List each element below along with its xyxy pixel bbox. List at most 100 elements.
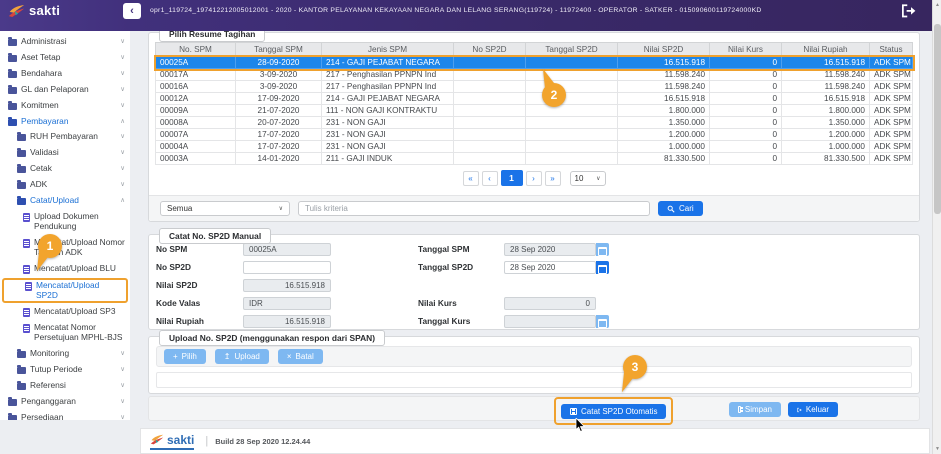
input-nilai-kurs — [504, 297, 596, 310]
sidebar-item-monitoring[interactable]: Monitoring∨ — [0, 346, 130, 362]
table-row-00004A[interactable]: 00004A17-07-2020231 - NON GAJI1.000.0000… — [156, 141, 913, 153]
cell-tanggal-spm: 28-09-2020 — [236, 57, 322, 69]
cell-tanggal-spm: 17-07-2020 — [236, 141, 322, 153]
sidebar-item-label: Mencatat Nomor Persetujuan MPHL-BJS — [34, 323, 125, 343]
input-tanggal-sp2d[interactable] — [504, 261, 596, 274]
session-info: opr1_119724_197412212005012001 - 2020 - … — [150, 0, 762, 22]
table-row-00012A[interactable]: 00012A17-09-2020214 - GAJI PEJABAT NEGAR… — [156, 93, 913, 105]
cell-status: ADK SPM — [870, 69, 913, 81]
scroll-up-icon[interactable]: ▲ — [933, 0, 941, 10]
sidebar-item-aset-tetap[interactable]: Aset Tetap∨ — [0, 50, 130, 66]
input-no-sp2d[interactable] — [243, 261, 331, 274]
calendar-icon — [596, 315, 609, 328]
page-prev-button[interactable]: ‹ — [482, 171, 498, 186]
sidebar-item-adk[interactable]: ADK∨ — [0, 177, 130, 193]
sidebar-item-cetak[interactable]: Cetak∨ — [0, 161, 130, 177]
pilih-button[interactable]: + Pilih — [164, 349, 206, 364]
sidebar-item-ruh-pembayaran[interactable]: RUH Pembayaran∨ — [0, 129, 130, 145]
sidebar-item-mencatat-upload-blu[interactable]: Mencatat/Upload BLU — [0, 261, 130, 277]
cell-nilai-kurs: 0 — [710, 93, 782, 105]
cell-jenis-spm: 217 - Penghasilan PPNPN Ind — [322, 81, 454, 93]
cell-no-spm: 00008A — [156, 117, 236, 129]
cell-tanggal-spm: 17-07-2020 — [236, 129, 322, 141]
sidebar-item-upload-dokumen-pendukung[interactable]: Upload Dokumen Pendukung — [0, 209, 130, 235]
page-size-select[interactable]: 10 ∨ — [570, 171, 606, 186]
chevron-up-icon: ∧ — [120, 197, 125, 205]
cell-status: ADK SPM — [870, 57, 913, 69]
upload-arrow-icon: ↥ — [224, 352, 231, 361]
chevron-down-icon: ∨ — [120, 350, 125, 358]
cell-jenis-spm: 231 - NON GAJI — [322, 141, 454, 153]
document-icon — [23, 213, 30, 222]
page-current[interactable]: 1 — [501, 170, 523, 186]
sidebar-menu: Administrasi∨Aset Tetap∨Bendahara∨GL dan… — [0, 34, 130, 420]
cell-nilai-rupiah: 11.598.240 — [782, 81, 870, 93]
label-tanggal-sp2d: Tanggal SP2D — [418, 261, 473, 274]
cari-button[interactable]: Cari — [658, 201, 703, 216]
upload-file-list — [156, 372, 912, 388]
document-icon — [23, 308, 30, 317]
sidebar-item-penganggaran[interactable]: Penganggaran∨ — [0, 394, 130, 410]
sidebar-item-label: Administrasi — [21, 37, 116, 47]
sidebar-item-mencatat-upload-sp3[interactable]: Mencatat/Upload SP3 — [0, 304, 130, 320]
cell-tanggal-sp2d — [526, 57, 618, 69]
cell-no-sp2d — [454, 105, 526, 117]
cell-nilai-rupiah: 16.515.918 — [782, 93, 870, 105]
cell-nilai-rupiah: 16.515.918 — [782, 57, 870, 69]
back-button[interactable]: ‹ — [123, 3, 141, 19]
upload-button[interactable]: ↥ Upload — [215, 349, 269, 364]
cell-tanggal-spm: 17-09-2020 — [236, 93, 322, 105]
cell-jenis-spm: 214 - GAJI PEJABAT NEGARA — [322, 93, 454, 105]
table-row-00008A[interactable]: 00008A20-07-2020231 - NON GAJI1.350.0000… — [156, 117, 913, 129]
sidebar-item-mencatat-nomor-persetujuan-mphl-bjs[interactable]: Mencatat Nomor Persetujuan MPHL-BJS — [0, 320, 130, 346]
sidebar-item-tutup-periode[interactable]: Tutup Periode∨ — [0, 362, 130, 378]
page-next-button[interactable]: › — [526, 171, 542, 186]
label-kode-valas: Kode Valas — [156, 297, 200, 310]
table-row-00016A[interactable]: 00016A3-09-2020217 - Penghasilan PPNPN I… — [156, 81, 913, 93]
page-first-button[interactable]: « — [463, 171, 479, 186]
chevron-down-icon: ∨ — [120, 382, 125, 390]
chevron-down-icon: ∨ — [120, 398, 125, 406]
criteria-input[interactable] — [298, 201, 650, 216]
sidebar-item-mencatat-upload-sp2d[interactable]: Mencatat/Upload SP2D 1 — [2, 278, 128, 304]
sidebar-item-administrasi[interactable]: Administrasi∨ — [0, 34, 130, 50]
sakti-logo: sakti — [8, 3, 60, 18]
table-row-00007A[interactable]: 00007A17-07-2020231 - NON GAJI1.200.0000… — [156, 129, 913, 141]
table-row-00017A[interactable]: 00017A3-09-2020217 - Penghasilan PPNPN I… — [156, 69, 913, 81]
folder-icon — [17, 198, 26, 205]
page-scrollbar[interactable]: ▲ ▼ — [932, 0, 941, 454]
sidebar-item-mencatat-upload-nomor-tagihan-adk[interactable]: Mencatat/Upload Nomor Tagihan ADK — [0, 235, 130, 261]
sidebar-item-pembayaran[interactable]: Pembayaran∧ — [0, 114, 130, 130]
sidebar-item-catat-upload[interactable]: Catat/Upload∧ — [0, 193, 130, 209]
batal-button[interactable]: × Batal — [278, 349, 323, 364]
cell-tanggal-spm: 20-07-2020 — [236, 117, 322, 129]
table-row-00025A[interactable]: 00025A28-09-2020214 - GAJI PEJABAT NEGAR… — [156, 57, 913, 69]
scroll-down-icon[interactable]: ▼ — [933, 444, 941, 454]
cell-tanggal-spm: 14-01-2020 — [236, 153, 322, 165]
cell-tanggal-spm: 21-07-2020 — [236, 105, 322, 117]
sidebar-item-persediaan[interactable]: Persediaan∨ — [0, 410, 130, 420]
chevron-down-icon: ∨ — [120, 181, 125, 189]
chevron-down-icon: ∨ — [120, 54, 125, 62]
table-row-00009A[interactable]: 00009A21-07-2020111 - NON GAJI KONTRAKTU… — [156, 105, 913, 117]
input-tanggal-kurs — [504, 315, 596, 328]
sidebar-item-bendahara[interactable]: Bendahara∨ — [0, 66, 130, 82]
sidebar-item-validasi[interactable]: Validasi∨ — [0, 145, 130, 161]
keluar-button[interactable]: Keluar — [788, 402, 838, 417]
folder-icon — [8, 55, 17, 62]
simpan-button[interactable]: Simpan — [729, 402, 781, 417]
calendar-icon[interactable] — [596, 261, 609, 274]
filter-field-select[interactable]: Semua ∨ — [160, 201, 290, 216]
table-row-00003A[interactable]: 00003A14-01-2020211 - GAJI INDUK81.330.5… — [156, 153, 913, 165]
chevron-down-icon: ∨ — [120, 102, 125, 110]
sidebar-item-gl-dan-pelaporan[interactable]: GL dan Pelaporan∨ — [0, 82, 130, 98]
catat-sp2d-otomatis-button[interactable]: Catat SP2D Otomatis — [561, 404, 666, 419]
calendar-icon — [596, 243, 609, 256]
scrollbar-thumb[interactable] — [934, 24, 941, 214]
plus-icon: + — [173, 352, 178, 361]
cell-nilai-rupiah: 1.800.000 — [782, 105, 870, 117]
sidebar-item-referensi[interactable]: Referensi∨ — [0, 378, 130, 394]
logout-icon[interactable] — [901, 4, 916, 18]
page-last-button[interactable]: » — [545, 171, 561, 186]
sidebar-item-komitmen[interactable]: Komitmen∨ — [0, 98, 130, 114]
